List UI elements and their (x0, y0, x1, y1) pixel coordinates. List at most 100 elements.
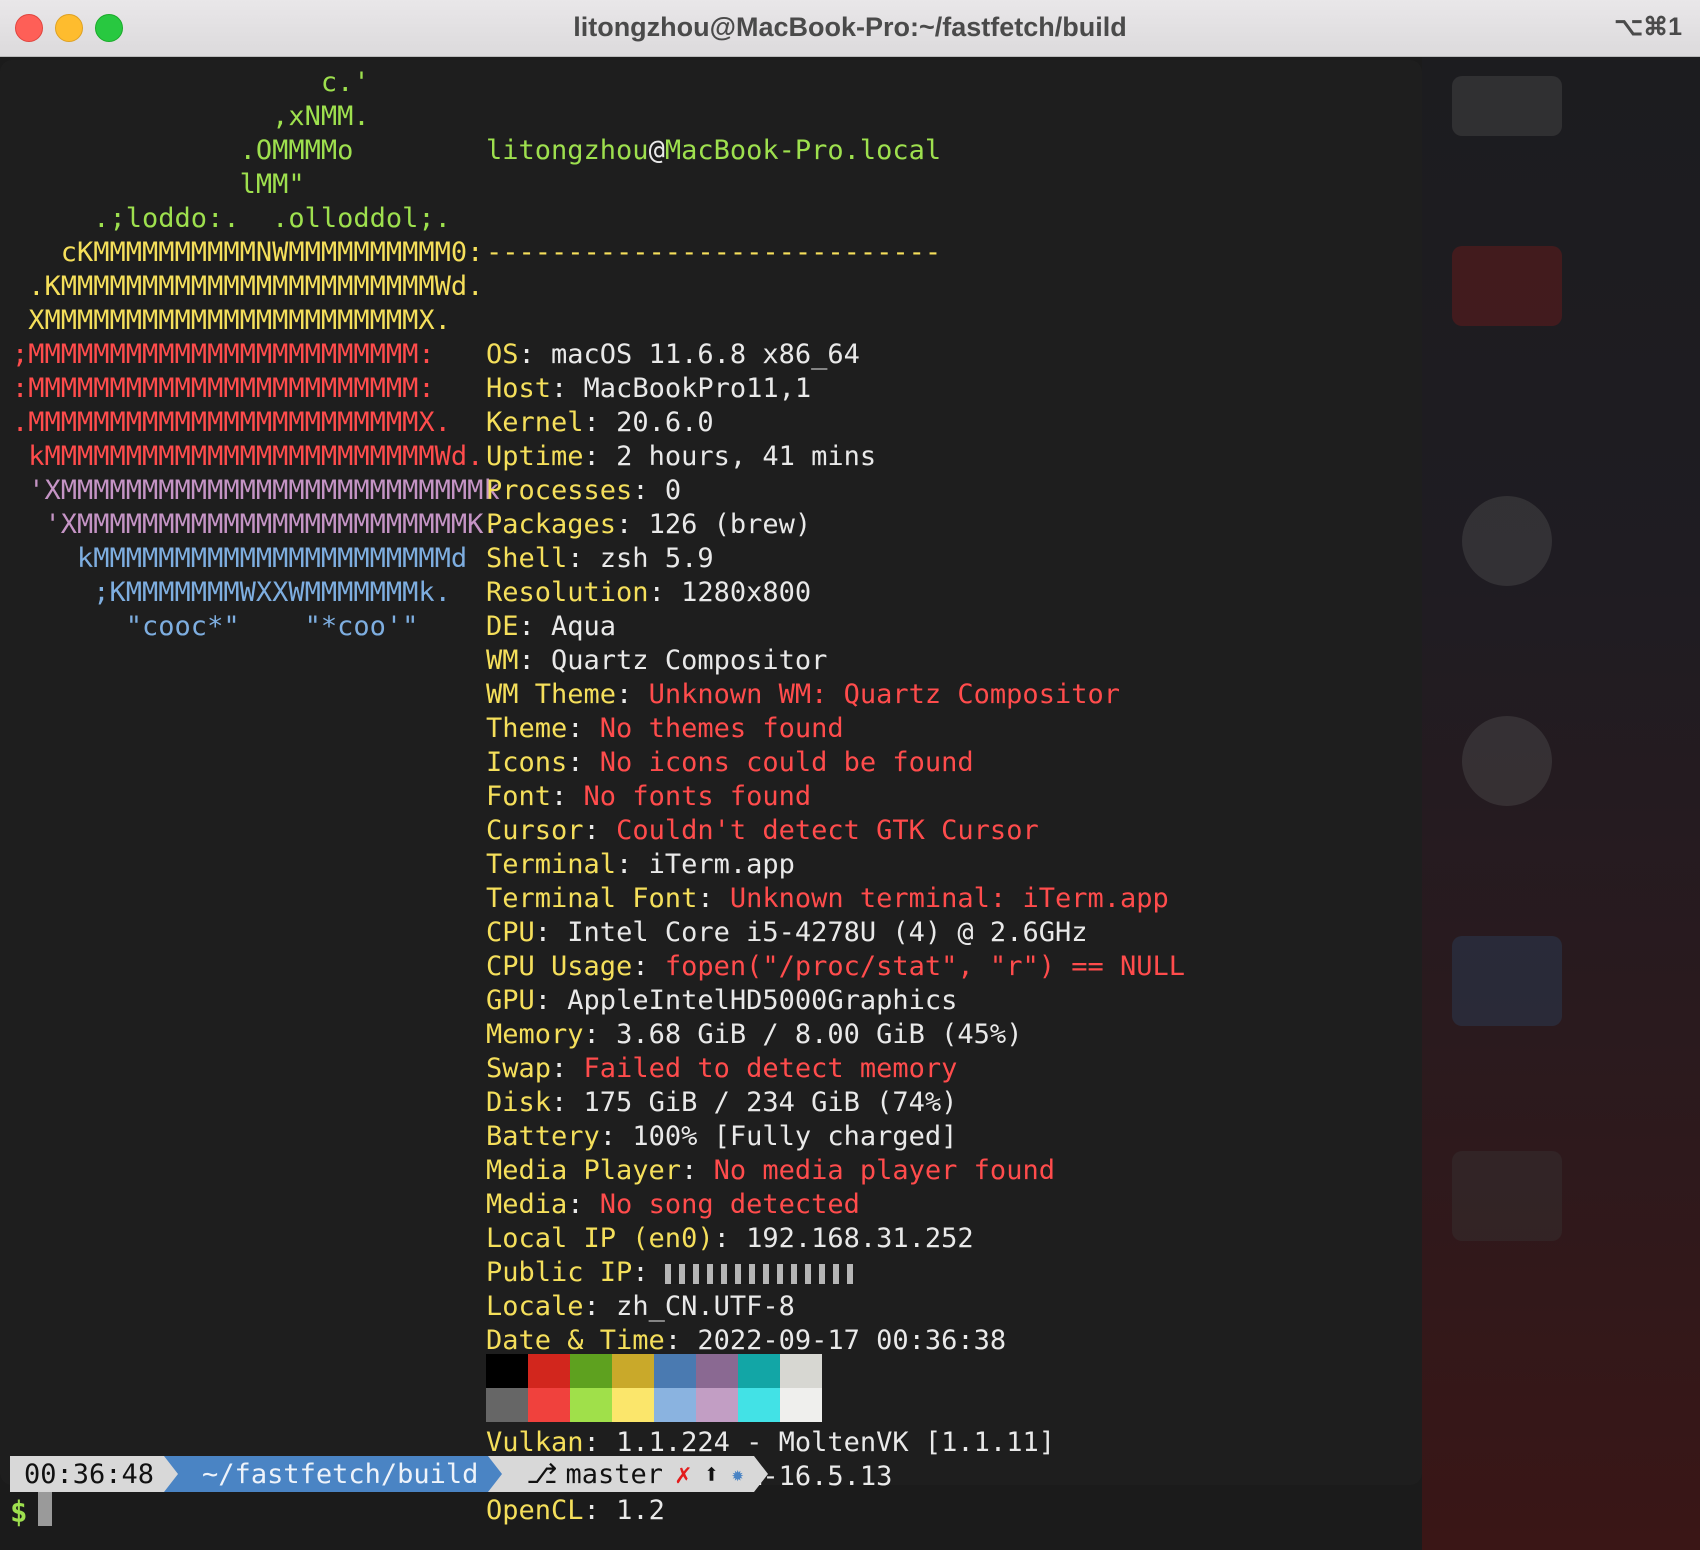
info-key: Memory (486, 1019, 584, 1050)
info-error-value: No media player found (713, 1155, 1055, 1186)
info-row: Locale: zh_CN.UTF-8 (486, 1290, 1185, 1324)
logo-line: .KMMMMMMMMMMMMMMMMMMMMMMMWd. (12, 271, 484, 302)
info-row: Media Player: No media player found (486, 1154, 1185, 1188)
info-row: Local IP (en0): 192.168.31.252 (486, 1222, 1185, 1256)
info-key: Terminal Font (486, 883, 698, 914)
info-row: Memory: 3.68 GiB / 8.00 GiB (45%) (486, 1018, 1185, 1052)
info-row: Terminal Font: Unknown terminal: iTerm.a… (486, 882, 1185, 916)
logo-line: :MMMMMMMMMMMMMMMMMMMMMMMM: (12, 373, 435, 404)
title-bar: litongzhou@MacBook-Pro:~/fastfetch/build… (0, 0, 1700, 57)
terminal-content[interactable]: c.' ,xNMM. .OMMMMo lMM" .;loddo:. .ollod… (0, 56, 1700, 1550)
color-swatch-normal (738, 1354, 780, 1388)
color-swatch-bright (612, 1388, 654, 1422)
username: litongzhou (486, 135, 649, 166)
color-swatch-bright (780, 1388, 822, 1422)
at-sign: @ (648, 135, 665, 166)
info-colon: : (697, 883, 730, 914)
prompt-time: 00:36:48 (10, 1456, 165, 1492)
info-error-value: Failed to detect memory (583, 1053, 958, 1084)
info-value: Quartz Compositor (551, 645, 828, 676)
info-colon: : (551, 1053, 584, 1084)
redacted-value (664, 1263, 855, 1284)
color-swatch-normal (780, 1354, 822, 1388)
system-info: litongzhou@MacBook-Pro.local -----------… (486, 66, 1185, 1550)
git-branch: master (565, 1458, 664, 1490)
info-row: OS: macOS 11.6.8 x86_64 (486, 338, 1185, 372)
info-key: Public IP (486, 1257, 633, 1288)
info-key: Battery (486, 1121, 600, 1152)
info-key: Processes (486, 475, 633, 506)
info-colon: : (583, 1427, 617, 1458)
info-value: MacBookPro11,1 (583, 373, 812, 404)
window-title: litongzhou@MacBook-Pro:~/fastfetch/build (573, 12, 1127, 42)
info-value: 192.168.31.252 (746, 1223, 974, 1254)
terminal-window: litongzhou@MacBook-Pro:~/fastfetch/build… (0, 0, 1700, 1550)
info-row: Processes: 0 (486, 474, 1185, 508)
info-value: 1280x800 (681, 577, 812, 608)
info-row: WM Theme: Unknown WM: Quartz Compositor (486, 678, 1185, 712)
info-value: zh_CN.UTF-8 (616, 1291, 795, 1322)
info-key: CPU (486, 917, 535, 948)
color-swatch-normal (696, 1354, 738, 1388)
prompt-separator-arrow (164, 1456, 179, 1492)
info-row: DE: Aqua (486, 610, 1185, 644)
info-colon: : (616, 509, 649, 540)
prompt-separator-arrow (753, 1456, 768, 1492)
info-value: 2 hours, 41 mins (616, 441, 877, 472)
logo-line: lMM" (12, 169, 305, 200)
logo-line: XMMMMMMMMMMMMMMMMMMMMMMMX. (12, 305, 451, 336)
info-key: Theme (486, 713, 568, 744)
prompt-path: ~/fastfetch/build (178, 1456, 489, 1492)
info-colon: : (518, 611, 552, 642)
info-colon: : (567, 543, 600, 574)
info-row: Theme: No themes found (486, 712, 1185, 746)
logo-line: cKMMMMMMMMMMNWMMMMMMMMMM0: (12, 237, 484, 268)
info-row: Resolution: 1280x800 (486, 576, 1185, 610)
color-swatch-normal (486, 1354, 528, 1388)
color-swatch-bright (654, 1388, 696, 1422)
info-key: Font (486, 781, 552, 812)
info-row: Terminal: iTerm.app (486, 848, 1185, 882)
info-colon: : (648, 577, 682, 608)
logo-line: kMMMMMMMMMMMMMMMMMMMMMMMMWd. (12, 441, 484, 472)
color-swatch-normal (528, 1354, 570, 1388)
info-key: OpenCL (486, 1495, 584, 1526)
info-row: OpenCL: 1.2 (486, 1494, 1185, 1528)
info-row: Disk: 175 GiB / 234 GiB (74%) (486, 1086, 1185, 1120)
info-colon: : (518, 339, 552, 370)
logo-line: ;KMMMMMMMWXXWMMMMMMMk. (12, 577, 451, 608)
info-value: macOS 11.6.8 x86_64 (551, 339, 860, 370)
info-error-value: No fonts found (583, 781, 812, 812)
logo-line: 'XMMMMMMMMMMMMMMMMMMMMMMMMK. (12, 509, 500, 540)
info-row: CPU: Intel Core i5-4278U (4) @ 2.6GHz (486, 916, 1185, 950)
info-colon: : (583, 815, 617, 846)
logo-line: c.' (12, 67, 370, 98)
window-shortcut: ⌥⌘1 (1614, 13, 1682, 41)
info-value: 1.2 (616, 1495, 665, 1526)
git-branch-icon: ⎇ (526, 1458, 558, 1490)
info-colon: : (616, 849, 649, 880)
info-value: AppleIntelHD5000Graphics (567, 985, 958, 1016)
terminal-cursor[interactable] (38, 1492, 52, 1526)
color-swatch-normal (612, 1354, 654, 1388)
info-colon: : (551, 1087, 584, 1118)
logo-line: .MMMMMMMMMMMMMMMMMMMMMMMMX. (12, 407, 451, 438)
hostname: MacBook-Pro.local (664, 135, 942, 166)
info-key: Terminal (486, 849, 617, 880)
info-colon: : (567, 713, 600, 744)
logo-line: ,xNMM. (12, 101, 370, 132)
color-swatch-bright (738, 1388, 780, 1422)
info-row: Date & Time: 2022-09-17 00:36:38 (486, 1324, 1185, 1358)
separator-line: ---------------------------- (486, 237, 942, 268)
info-row: GPU: AppleIntelHD5000Graphics (486, 984, 1185, 1018)
prompt-symbol: $ (10, 1495, 28, 1529)
info-key: Kernel (486, 407, 584, 438)
info-value: 3.68 GiB / 8.00 GiB (45%) (616, 1019, 1023, 1050)
info-error-value: Unknown terminal: iTerm.app (729, 883, 1169, 914)
info-row: Uptime: 2 hours, 41 mins (486, 440, 1185, 474)
info-error-value: Unknown WM: Quartz Compositor (648, 679, 1120, 710)
info-colon: : (551, 373, 584, 404)
info-colon: : (534, 917, 568, 948)
info-key: Host (486, 373, 552, 404)
info-key: Media (486, 1189, 568, 1220)
